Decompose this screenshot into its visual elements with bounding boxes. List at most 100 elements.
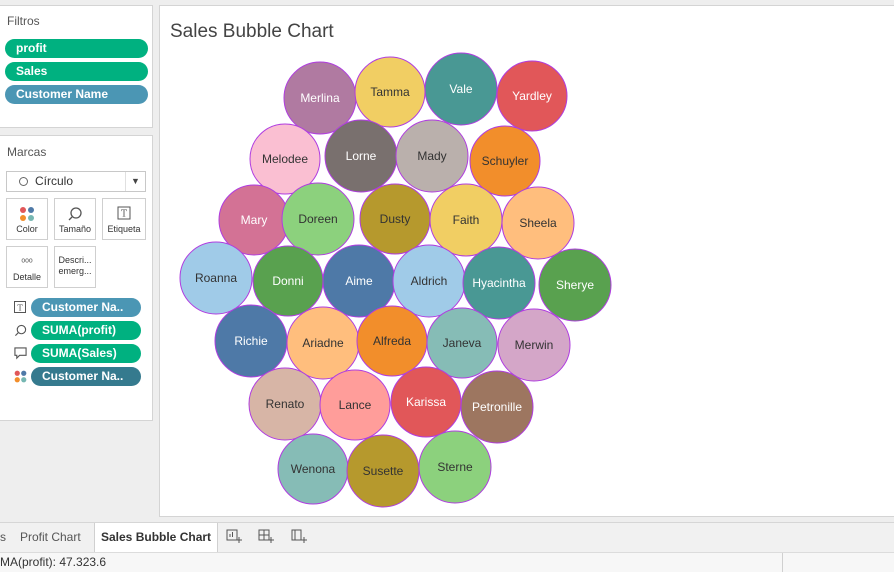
- bubble-label: Roanna: [195, 271, 237, 285]
- circle-icon: [19, 177, 28, 186]
- bubble-label: Lorne: [346, 149, 377, 163]
- bubble-label: Donni: [272, 274, 303, 288]
- bubble-sheela[interactable]: Sheela: [501, 186, 575, 260]
- bubble-petronille[interactable]: Petronille: [460, 370, 534, 444]
- bubble-label: Doreen: [298, 212, 337, 226]
- shelf-pill-label[interactable]: Customer Na..: [31, 298, 141, 317]
- shelf-pill-tooltip[interactable]: SUMA(Sales): [31, 344, 141, 363]
- bubble-faith[interactable]: Faith: [429, 183, 503, 257]
- bubble-alfreda[interactable]: Alfreda: [356, 305, 428, 377]
- mark-type-dropdown[interactable]: Círculo ▼: [6, 171, 146, 192]
- bubble-hyacintha[interactable]: Hyacintha: [462, 246, 536, 320]
- bubble-chart: Merlina Tamma Vale Yardley Melodee Lorne Mady S…: [179, 52, 612, 508]
- mark-type-value: Círculo: [35, 174, 74, 188]
- bubble-label: Mady: [417, 149, 446, 163]
- svg-text:T: T: [121, 210, 127, 220]
- bubble-lorne[interactable]: Lorne: [324, 119, 398, 193]
- bubble-label: Yardley: [512, 89, 552, 103]
- bubble-label: Sheela: [519, 216, 557, 230]
- filter-pill-profit[interactable]: profit: [5, 39, 148, 58]
- bubble-janeva[interactable]: Janeva: [426, 307, 498, 379]
- new-story-icon[interactable]: [288, 528, 310, 548]
- tab-partial[interactable]: s: [0, 523, 12, 553]
- tooltip-card-label-2: emerg...: [58, 266, 92, 276]
- new-dashboard-icon[interactable]: [255, 528, 277, 548]
- sheet-tabs-bar: s Profit Chart Sales Bubble Chart: [0, 522, 894, 553]
- bubble-karissa[interactable]: Karissa: [390, 366, 462, 438]
- detail-dots-icon: ᵒᵒᵒ: [21, 257, 33, 268]
- svg-text:T: T: [17, 304, 23, 313]
- bubble-label: Alfreda: [373, 334, 411, 348]
- shelf-pill-color[interactable]: Customer Na..: [31, 367, 141, 386]
- bubble-donni[interactable]: Donni: [252, 245, 324, 317]
- size-icon: [55, 206, 95, 224]
- viz-area: Sales Bubble Chart Merlina Tamma Vale Yardl…: [159, 5, 894, 517]
- bubble-label: Ariadne: [302, 336, 344, 350]
- tooltip-card[interactable]: Descri... emerg...: [54, 246, 96, 288]
- bubble-label: Lance: [339, 398, 372, 412]
- bubble-label: Vale: [449, 82, 472, 96]
- color-card[interactable]: Color: [6, 198, 48, 240]
- marks-panel: Marcas Círculo ▼ Color Tamaño T Etiqueta…: [0, 135, 153, 421]
- bubble-melodee[interactable]: Melodee: [249, 123, 321, 195]
- size-card-label: Tamaño: [58, 224, 92, 234]
- bubble-tamma[interactable]: Tamma: [354, 56, 426, 128]
- bubble-label: Schuyler: [482, 154, 529, 168]
- bubble-label: Sherye: [556, 278, 594, 292]
- bubble-label: Faith: [453, 213, 480, 227]
- bubble-label: Tamma: [370, 85, 410, 99]
- bubble-merwin[interactable]: Merwin: [497, 308, 571, 382]
- bubble-label: Dusty: [380, 212, 411, 226]
- filters-title: Filtros: [7, 14, 40, 28]
- bubble-renato[interactable]: Renato: [248, 367, 322, 441]
- bubble-schuyler[interactable]: Schuyler: [469, 125, 541, 197]
- bubble-wenona[interactable]: Wenona: [277, 433, 349, 505]
- bubble-aime[interactable]: Aime: [322, 244, 396, 318]
- bubble-susette[interactable]: Susette: [346, 434, 420, 508]
- tooltip-card-label-1: Descri...: [58, 255, 92, 265]
- label-card[interactable]: T Etiqueta: [102, 198, 146, 240]
- shelf-pill-size[interactable]: SUMA(profit): [31, 321, 141, 340]
- bubble-vale[interactable]: Vale: [424, 52, 498, 126]
- bubble-label: Janeva: [443, 336, 482, 350]
- detail-card-label: Detalle: [12, 272, 41, 282]
- bubble-doreen[interactable]: Doreen: [281, 182, 355, 256]
- bubble-label: Mary: [241, 213, 268, 227]
- bubble-aldrich[interactable]: Aldrich: [392, 244, 466, 318]
- tab-profit-chart[interactable]: Profit Chart: [14, 523, 87, 553]
- bubble-label: Richie: [234, 334, 268, 348]
- bubble-label: Aime: [345, 274, 373, 288]
- bubble-ariadne[interactable]: Ariadne: [286, 306, 360, 380]
- marks-title: Marcas: [7, 145, 47, 159]
- bubble-yardley[interactable]: Yardley: [496, 60, 568, 132]
- bubble-label: Sterne: [437, 460, 473, 474]
- detail-card[interactable]: ᵒᵒᵒ Detalle: [6, 246, 48, 288]
- bubble-mady[interactable]: Mady: [395, 119, 469, 193]
- bubble-richie[interactable]: Richie: [214, 304, 288, 378]
- bubble-lance[interactable]: Lance: [319, 369, 391, 441]
- bubble-label: Merwin: [515, 338, 554, 352]
- new-worksheet-icon[interactable]: [223, 528, 245, 548]
- bubble-dusty[interactable]: Dusty: [359, 183, 431, 255]
- bubble-label: Petronille: [472, 400, 522, 414]
- label-icon: T: [13, 301, 27, 315]
- tooltip-icon: [13, 347, 27, 361]
- bubble-label: Aldrich: [411, 274, 448, 288]
- label-card-label: Etiqueta: [107, 224, 141, 234]
- status-divider: [782, 553, 783, 572]
- color-icon: [13, 370, 27, 384]
- bubble-roanna[interactable]: Roanna: [179, 241, 253, 315]
- bubble-sterne[interactable]: Sterne: [418, 430, 492, 504]
- filter-pill-sales[interactable]: Sales: [5, 62, 148, 81]
- text-label-icon: T: [103, 206, 145, 224]
- size-icon: [13, 324, 27, 338]
- bubble-sherye[interactable]: Sherye: [538, 248, 612, 322]
- filter-pill-customer-name[interactable]: Customer Name: [5, 85, 148, 104]
- tab-sales-bubble-chart[interactable]: Sales Bubble Chart: [94, 523, 219, 553]
- bubble-label: Susette: [363, 464, 404, 478]
- bubble-label: Karissa: [406, 395, 446, 409]
- status-text: MA(profit): 47.323.6: [0, 555, 107, 569]
- size-card[interactable]: Tamaño: [54, 198, 96, 240]
- chevron-down-icon[interactable]: ▼: [125, 172, 145, 191]
- bubble-label: Merlina: [300, 91, 340, 105]
